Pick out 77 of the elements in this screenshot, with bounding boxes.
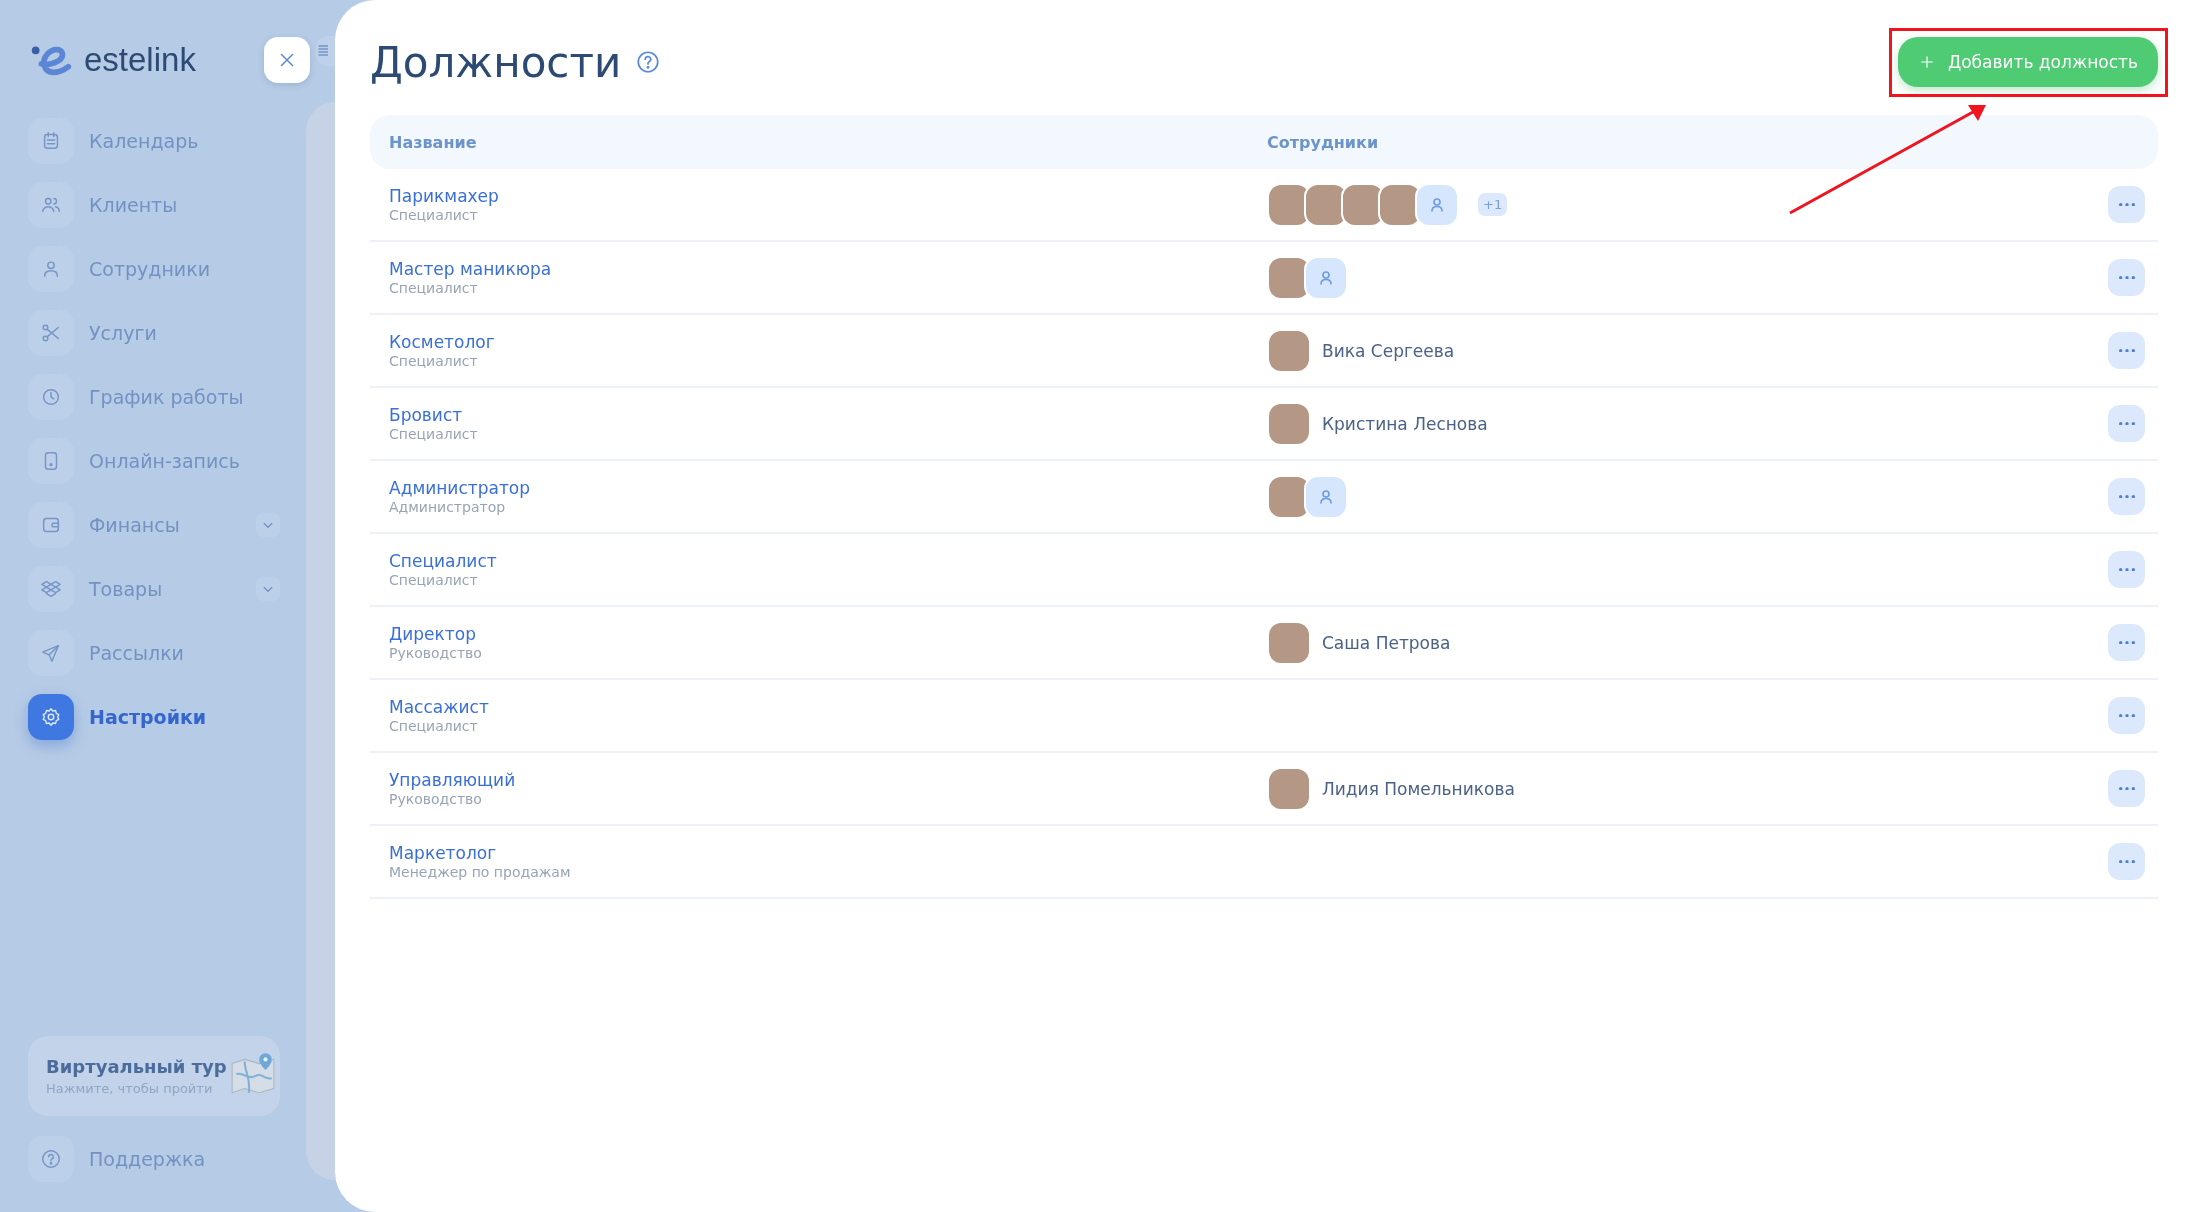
position-name[interactable]: Массажист: [389, 697, 1267, 717]
dropbox-icon: [40, 578, 62, 600]
help-icon: [40, 1148, 62, 1170]
ellipsis-icon: [2118, 859, 2135, 864]
position-group: Администратор: [389, 499, 1267, 515]
more-count: +1: [1478, 193, 1508, 216]
ellipsis-icon: [2118, 640, 2135, 645]
more-button[interactable]: [2108, 478, 2145, 515]
employee-name[interactable]: Лидия Помельникова: [1322, 778, 1515, 799]
ellipsis-icon: [2118, 494, 2135, 499]
position-name[interactable]: Парикмахер: [389, 186, 1267, 206]
column-header: Название: [389, 132, 478, 152]
nav-item[interactable]: Настройки: [28, 694, 280, 740]
nav-label: Настройки: [89, 706, 208, 728]
position-name[interactable]: Директор: [389, 624, 1267, 644]
photo-placeholder: [1267, 620, 1311, 665]
scissors-icon: [40, 322, 62, 344]
position-name[interactable]: Администратор: [389, 478, 1267, 498]
ellipsis-icon: [2118, 275, 2135, 280]
more-button[interactable]: [2108, 551, 2145, 588]
nav-label: Рассылки: [89, 642, 185, 664]
employee-name[interactable]: Вика Сергеева: [1322, 340, 1455, 361]
position-group: Специалист: [389, 572, 1267, 588]
ellipsis-icon: [2118, 567, 2135, 572]
tour-title: Виртуальный тур: [46, 1056, 227, 1077]
clock-icon: [40, 386, 62, 408]
send-icon: [40, 642, 62, 664]
more-button[interactable]: [2108, 405, 2145, 442]
ellipsis-icon: [2118, 421, 2135, 426]
close-button[interactable]: [264, 37, 310, 83]
employee-name[interactable]: Саша Петрова: [1322, 632, 1451, 653]
nav-label: Услуги: [89, 322, 158, 344]
photo-placeholder: [1267, 401, 1311, 446]
position-group: Руководство: [389, 791, 1267, 807]
nav-label: Календарь: [89, 130, 200, 152]
nav-label: Поддержка: [89, 1148, 207, 1170]
settings-icon: [40, 706, 62, 728]
photo-placeholder: [1267, 766, 1311, 811]
position-name[interactable]: Управляющий: [389, 770, 1267, 790]
position-group: Специалист: [389, 280, 1267, 296]
position-group: Менеджер по продажам: [389, 864, 1267, 880]
position-name[interactable]: Мастер маникюра: [389, 259, 1267, 279]
photo-placeholder: [1267, 328, 1311, 373]
employee-name[interactable]: Кристина Леснова: [1322, 413, 1488, 434]
column-header: Сотрудники: [1267, 132, 1380, 152]
more-button[interactable]: [2108, 697, 2145, 734]
more-button[interactable]: [2108, 259, 2145, 296]
ellipsis-icon: [2118, 713, 2135, 718]
position-group: Специалист: [389, 718, 1267, 734]
position-group: Специалист: [389, 207, 1267, 223]
expand-button[interactable]: [256, 577, 280, 601]
position-name[interactable]: Маркетолог: [389, 843, 1267, 863]
nav-label: Онлайн-запись: [89, 450, 241, 472]
position-name[interactable]: Косметолог: [389, 332, 1267, 352]
more-button[interactable]: [2108, 332, 2145, 369]
expand-button[interactable]: [256, 513, 280, 537]
nav-label: Сотрудники: [89, 258, 211, 280]
position-name[interactable]: Бровист: [389, 405, 1267, 425]
position-group: Специалист: [389, 426, 1267, 442]
page-title: Должности: [370, 37, 622, 87]
ellipsis-icon: [2118, 348, 2135, 353]
more-button[interactable]: [2108, 843, 2145, 880]
more-button[interactable]: [2108, 770, 2145, 807]
position-group: Руководство: [389, 645, 1267, 661]
nav-label: Финансы: [89, 514, 181, 536]
ellipsis-icon: [2118, 202, 2135, 207]
nav-label: График работы: [89, 386, 245, 408]
more-button[interactable]: [2108, 186, 2145, 223]
more-button[interactable]: [2108, 624, 2145, 661]
position-name[interactable]: Специалист: [389, 551, 1267, 571]
logo-text: estelink: [84, 41, 196, 79]
position-group: Специалист: [389, 353, 1267, 369]
menu-button[interactable]: [316, 36, 335, 66]
nav-label: Товары: [89, 578, 164, 600]
help-icon: [635, 49, 662, 75]
ellipsis-icon: [2118, 786, 2135, 791]
nav-label: Клиенты: [89, 194, 179, 216]
